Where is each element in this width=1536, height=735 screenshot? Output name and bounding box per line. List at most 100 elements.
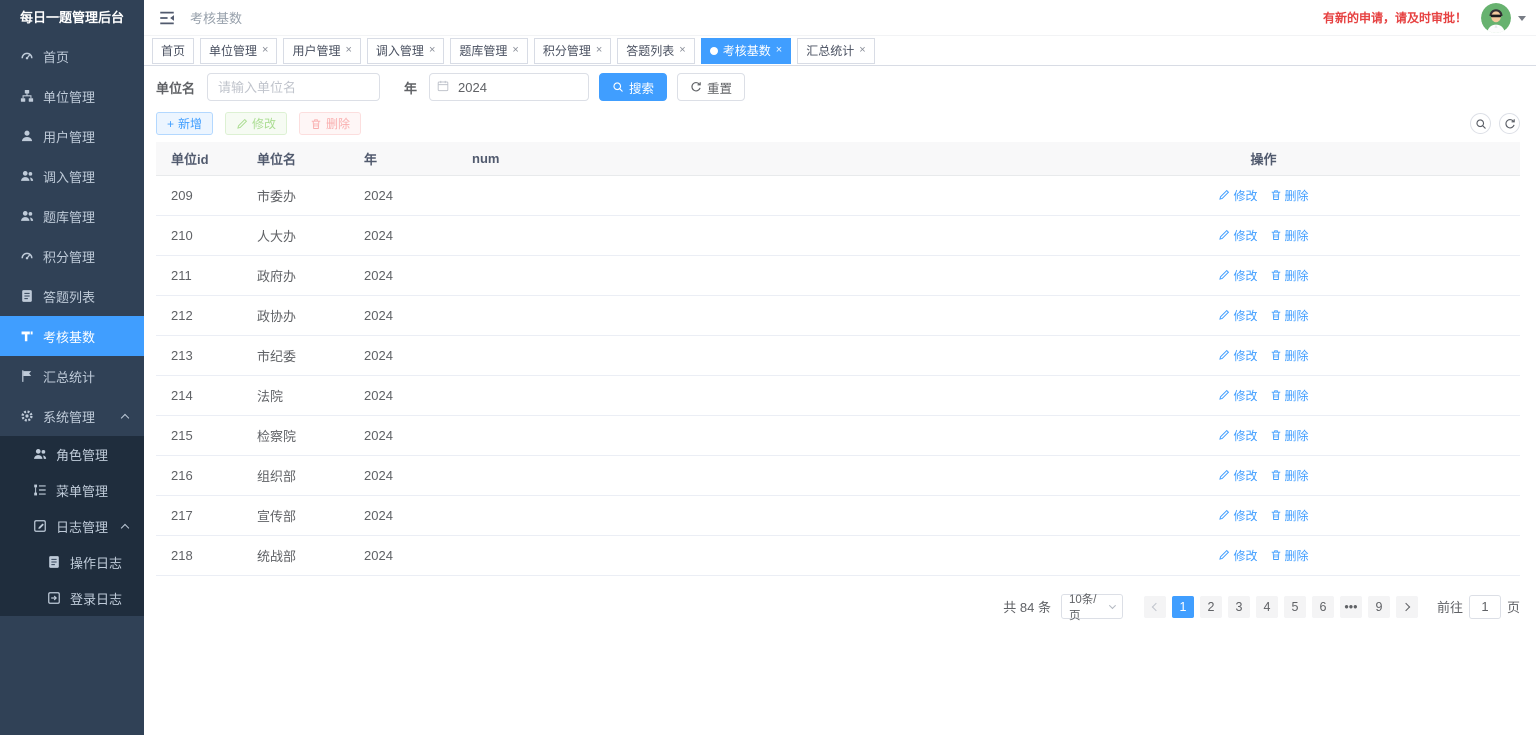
sidebar-fold-icon[interactable] [158, 9, 176, 27]
refresh-table-button[interactable] [1499, 113, 1520, 134]
trash-icon [1270, 349, 1282, 361]
row-edit-link[interactable]: 修改 [1218, 187, 1258, 204]
row-delete-link[interactable]: 删除 [1270, 547, 1309, 564]
tab-question-bank[interactable]: 题库管理 × [450, 37, 528, 64]
add-button-label: 新增 [178, 117, 203, 131]
close-icon[interactable]: × [776, 45, 782, 56]
next-page-button[interactable] [1395, 595, 1418, 618]
row-delete-link[interactable]: 删除 [1270, 267, 1309, 284]
page-button-5[interactable]: 5 [1283, 595, 1306, 618]
page-button-1[interactable]: 1 [1171, 595, 1194, 618]
sidebar-item-system-mgmt[interactable]: 系统管理 [0, 396, 144, 436]
row-delete-link[interactable]: 删除 [1270, 507, 1309, 524]
cell-year: 2024 [349, 535, 457, 576]
page-size-select[interactable]: 10条/页 [1060, 594, 1123, 622]
tab-unit-mgmt[interactable]: 单位管理 × [200, 37, 278, 64]
add-button[interactable]: + 新增 [156, 112, 214, 135]
row-edit-link[interactable]: 修改 [1218, 347, 1258, 364]
tab-assessment-base[interactable]: 考核基数 × [700, 37, 792, 64]
row-delete-link[interactable]: 删除 [1270, 227, 1309, 244]
tab-transfer-mgmt[interactable]: 调入管理 × [366, 37, 445, 64]
year-picker [429, 73, 590, 101]
row-delete-link[interactable]: 删除 [1270, 387, 1309, 404]
sidebar-item-transfer-mgmt[interactable]: 调入管理 [0, 156, 144, 196]
sidebar-item-log-mgmt[interactable]: 日志管理 [0, 508, 144, 544]
cell-unit-id: 216 [156, 455, 242, 496]
row-edit-link[interactable]: 修改 [1218, 387, 1258, 404]
row-edit-link[interactable]: 修改 [1218, 227, 1258, 244]
tab-label: 汇总统计 [806, 44, 855, 58]
close-icon[interactable]: × [262, 45, 268, 56]
col-actions: 操作 [1007, 142, 1520, 176]
sidebar-item-assessment-base[interactable]: 考核基数 [0, 316, 144, 356]
tab-label: 考核基数 [722, 44, 771, 58]
row-delete-link[interactable]: 删除 [1270, 427, 1309, 444]
cell-num [457, 375, 1007, 416]
row-delete-link[interactable]: 删除 [1270, 307, 1309, 324]
trash-icon [1270, 309, 1282, 321]
sidebar-item-summary-stats[interactable]: 汇总统计 [0, 356, 144, 396]
row-edit-link[interactable]: 修改 [1218, 307, 1258, 324]
calendar-icon [437, 80, 449, 92]
close-icon[interactable]: × [596, 45, 602, 56]
tab-points-mgmt[interactable]: 积分管理 × [533, 37, 612, 64]
prev-page-button[interactable] [1143, 595, 1166, 618]
sidebar-item-home[interactable]: 首页 [0, 36, 144, 76]
tab-summary-stats[interactable]: 汇总统计 × [797, 37, 875, 64]
edit-icon [1218, 229, 1230, 241]
sidebar-item-menu-mgmt[interactable]: 菜单管理 [0, 472, 144, 508]
page-button-2[interactable]: 2 [1199, 595, 1222, 618]
caret-down-icon[interactable] [1518, 15, 1526, 25]
toggle-search-button[interactable] [1470, 113, 1491, 134]
sidebar-item-answer-list[interactable]: 答题列表 [0, 276, 144, 316]
peoples-icon [20, 169, 34, 183]
page-button-3[interactable]: 3 [1227, 595, 1250, 618]
row-edit-link[interactable]: 修改 [1218, 507, 1258, 524]
goto-page-input[interactable] [1468, 594, 1501, 619]
sidebar-item-unit-mgmt[interactable]: 单位管理 [0, 76, 144, 116]
unit-name-input[interactable] [207, 73, 381, 101]
close-icon[interactable]: × [859, 45, 865, 56]
row-edit-link[interactable]: 修改 [1218, 467, 1258, 484]
close-icon[interactable]: × [345, 45, 351, 56]
cell-unit-name: 统战部 [242, 535, 349, 576]
avatar[interactable] [1481, 2, 1511, 33]
row-delete-link[interactable]: 删除 [1270, 347, 1309, 364]
row-edit-link[interactable]: 修改 [1218, 427, 1258, 444]
row-delete-link[interactable]: 删除 [1270, 467, 1309, 484]
sidebar-item-question-bank[interactable]: 题库管理 [0, 196, 144, 236]
cell-unit-name: 政府办 [242, 255, 349, 296]
tab-home[interactable]: 首页 [152, 37, 195, 64]
cell-unit-id: 218 [156, 535, 242, 576]
edit-button[interactable]: 修改 [225, 112, 288, 135]
row-edit-link[interactable]: 修改 [1218, 547, 1258, 564]
main-area: 考核基数 有新的申请，请及时审批！ 首页 单位管理 × 用户管理 × 调入管理 … [144, 0, 1536, 735]
tab-answer-list[interactable]: 答题列表 × [617, 37, 695, 64]
col-unit-id: 单位id [156, 142, 242, 176]
user-icon [20, 129, 34, 143]
close-icon[interactable]: × [429, 45, 435, 56]
reset-button[interactable]: 重置 [677, 73, 746, 101]
sidebar-item-user-mgmt[interactable]: 用户管理 [0, 116, 144, 156]
close-icon[interactable]: × [679, 45, 685, 56]
sidebar-item-operation-log[interactable]: 操作日志 [0, 544, 144, 580]
page-button-9[interactable]: 9 [1367, 595, 1390, 618]
close-icon[interactable]: × [512, 45, 518, 56]
edit-icon [1218, 509, 1230, 521]
sidebar-item-points-mgmt[interactable]: 积分管理 [0, 236, 144, 276]
table-row: 209 市委办 2024 修改 删除 [156, 175, 1520, 216]
page-button-6[interactable]: 6 [1311, 595, 1334, 618]
doc-icon [47, 555, 61, 569]
pagination: 共 84 条 10条/页 1 2 3 4 5 6 ••• 9 前往 页 [156, 594, 1520, 622]
search-button[interactable]: 搜索 [599, 73, 668, 101]
tab-label: 用户管理 [292, 44, 341, 58]
row-edit-link[interactable]: 修改 [1218, 267, 1258, 284]
page-button-4[interactable]: 4 [1255, 595, 1278, 618]
year-input[interactable] [429, 73, 590, 101]
page-ellipsis[interactable]: ••• [1339, 595, 1362, 618]
sidebar-item-login-log[interactable]: 登录日志 [0, 580, 144, 616]
delete-button[interactable]: 删除 [299, 112, 362, 135]
tab-user-mgmt[interactable]: 用户管理 × [283, 37, 361, 64]
sidebar-item-role-mgmt[interactable]: 角色管理 [0, 436, 144, 472]
row-delete-link[interactable]: 删除 [1270, 187, 1309, 204]
